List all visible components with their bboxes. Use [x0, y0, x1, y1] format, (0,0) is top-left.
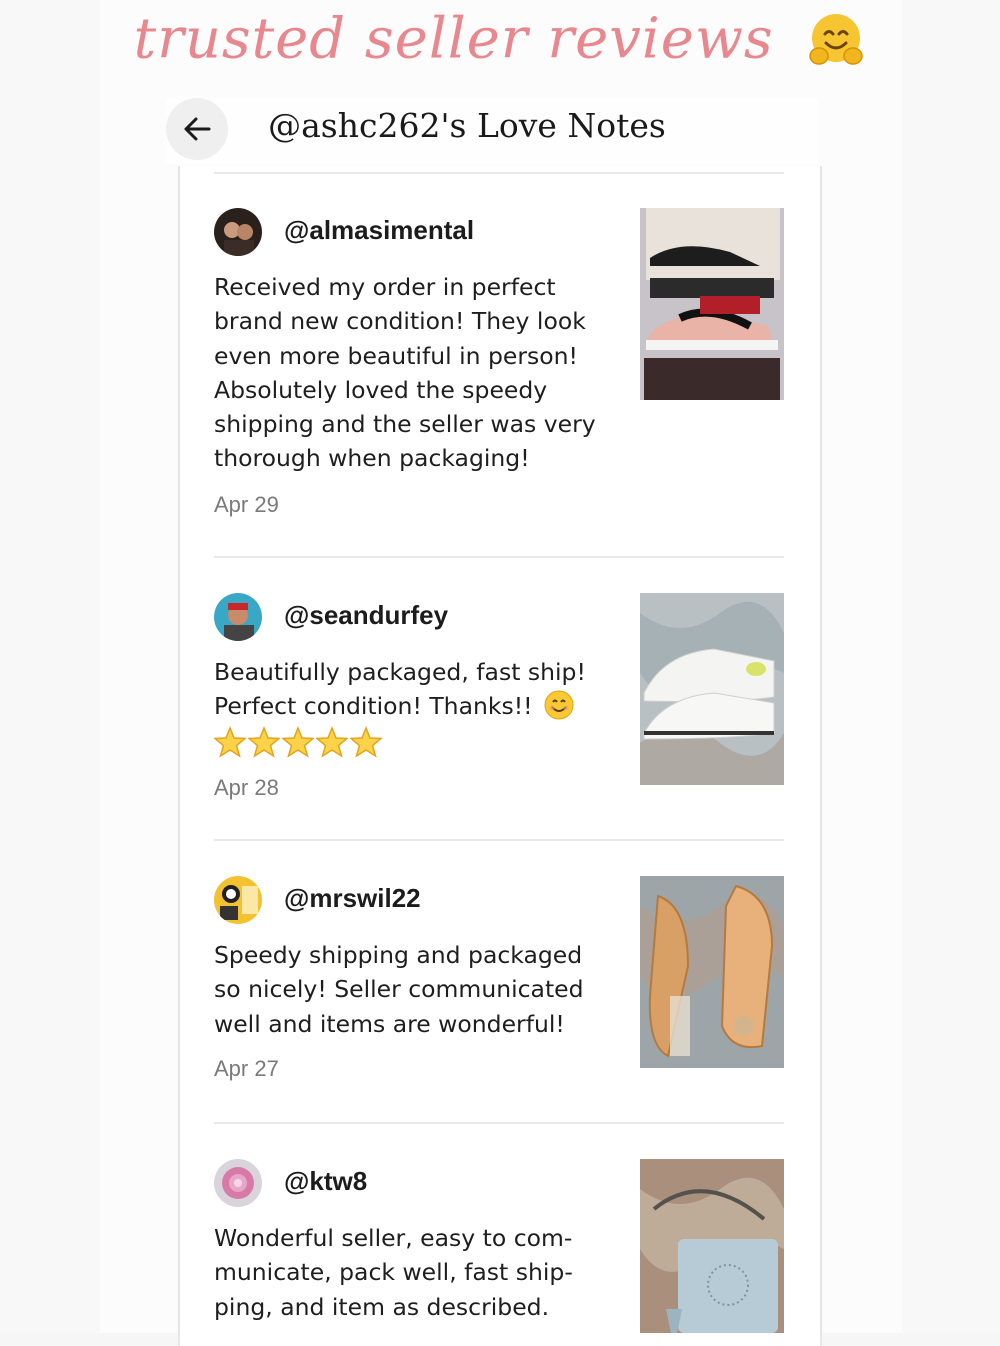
star-icon	[350, 725, 382, 758]
review-text: Received my order in perfect brand new c…	[214, 273, 596, 473]
review-username[interactable]: @seandurfey	[284, 600, 448, 631]
reviews-list: @almasimental Received my order in perfe…	[178, 166, 822, 1346]
banner-text: trusted seller reviews	[133, 6, 774, 72]
review-text: Beautifully packaged, fast ship! Perfect…	[214, 655, 609, 760]
review-photo[interactable]	[640, 593, 784, 785]
review-text: Wonderful seller, easy to com-municate, …	[214, 1224, 573, 1321]
divider	[214, 1122, 784, 1124]
back-button[interactable]	[166, 98, 228, 160]
review-photo[interactable]	[640, 208, 784, 400]
review-photo[interactable]	[640, 1159, 784, 1333]
divider	[214, 172, 784, 174]
review-date: Apr 28	[214, 775, 279, 800]
review-text-body: Beautifully packaged, fast ship! Perfect…	[214, 658, 586, 721]
smiling-face-icon	[544, 690, 574, 720]
review-username[interactable]: @ktw8	[284, 1166, 367, 1197]
review-username[interactable]: @mrswil22	[284, 883, 421, 914]
star-icon	[316, 725, 348, 758]
review-text: Speedy shipping and packaged so nicely! …	[214, 941, 584, 1038]
review-username[interactable]: @almasimental	[284, 215, 474, 246]
star-icon	[214, 725, 246, 758]
star-icon	[282, 725, 314, 758]
banner-title: trusted seller reviews	[0, 0, 1000, 78]
avatar[interactable]	[214, 1159, 262, 1207]
left-background	[0, 0, 100, 1333]
divider	[214, 839, 784, 841]
hugging-face-icon	[806, 10, 866, 70]
avatar[interactable]	[214, 208, 262, 256]
avatar[interactable]	[214, 876, 262, 924]
avatar[interactable]	[214, 593, 262, 641]
back-arrow-icon	[184, 117, 211, 141]
divider	[214, 556, 784, 558]
review-date: Apr 27	[214, 1056, 279, 1081]
page-title: @ashc262's Love Notes	[268, 106, 666, 145]
right-background	[902, 0, 1000, 1333]
star-icon	[248, 725, 280, 758]
review-photo[interactable]	[640, 876, 784, 1068]
star-rating	[214, 725, 609, 760]
review-date: Apr 29	[214, 492, 279, 517]
app-header: @ashc262's Love Notes	[166, 98, 818, 164]
